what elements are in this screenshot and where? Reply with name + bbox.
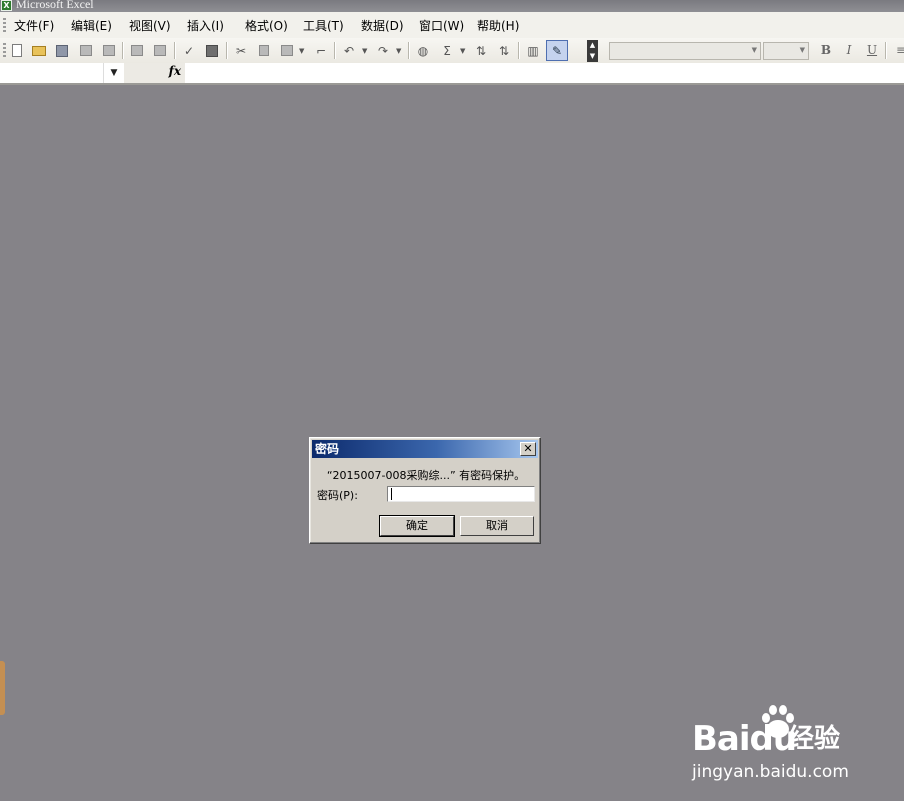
close-icon[interactable]: ✕ xyxy=(520,442,536,456)
sort-ascending-icon[interactable]: ⇅ xyxy=(472,42,490,59)
chart-wizard-icon[interactable]: ▥ xyxy=(524,42,542,59)
email-icon[interactable] xyxy=(100,42,118,59)
watermark-suffix: 经验 xyxy=(788,724,841,754)
insert-function-button[interactable]: fx xyxy=(169,64,181,78)
autosum-dropdown-icon[interactable]: ▼ xyxy=(460,47,465,55)
underline-button[interactable]: U xyxy=(863,42,881,59)
menu-edit[interactable]: 编辑(E) xyxy=(71,18,112,34)
print-preview-icon[interactable] xyxy=(151,42,169,59)
password-input[interactable] xyxy=(387,486,535,502)
formula-input[interactable] xyxy=(185,63,904,83)
toolbar-grip[interactable] xyxy=(3,43,6,57)
menu-help[interactable]: 帮助(H) xyxy=(477,18,519,34)
name-box[interactable] xyxy=(0,63,104,83)
ok-button[interactable]: 确定 xyxy=(379,515,455,537)
research-icon[interactable] xyxy=(203,42,221,59)
sort-descending-icon[interactable]: ⇅ xyxy=(495,42,513,59)
paste-dropdown-icon[interactable]: ▼ xyxy=(299,47,304,55)
baidu-jingyan-watermark: Baidu 经验 jingyan.baidu.com xyxy=(692,700,862,790)
chevron-down-icon[interactable]: ▼ xyxy=(800,46,805,54)
permission-icon[interactable] xyxy=(77,42,95,59)
redo-dropdown-icon[interactable]: ▼ xyxy=(396,47,401,55)
menu-data[interactable]: 数据(D) xyxy=(361,18,404,34)
side-handle[interactable] xyxy=(0,661,5,715)
undo-icon[interactable]: ↶ xyxy=(340,42,358,59)
format-painter-icon[interactable]: ⌐ xyxy=(312,42,330,59)
spelling-icon[interactable]: ✓ xyxy=(180,42,198,59)
drawing-icon[interactable]: ✎ xyxy=(546,40,568,61)
print-icon[interactable] xyxy=(128,42,146,59)
dialog-title-bar[interactable]: 密码 ✕ xyxy=(312,440,538,458)
watermark-url: jingyan.baidu.com xyxy=(692,762,849,782)
toolbar-separator xyxy=(174,42,176,59)
menu-window[interactable]: 窗口(W) xyxy=(419,18,464,34)
menubar-grip[interactable] xyxy=(3,18,6,32)
menu-tools[interactable]: 工具(T) xyxy=(303,18,344,34)
toolbar-separator xyxy=(518,42,520,59)
menu-bar: 文件(F) 编辑(E) 视图(V) 插入(I) 格式(O) 工具(T) 数据(D… xyxy=(0,12,904,39)
menu-file[interactable]: 文件(F) xyxy=(14,18,54,34)
toolbar-separator xyxy=(226,42,228,59)
password-dialog: 密码 ✕ “2015007-008采购综...” 有密码保护。 密码(P): 确… xyxy=(309,437,541,544)
toolbar-options-icon[interactable]: ▲ ▼ xyxy=(587,40,598,62)
menu-view[interactable]: 视图(V) xyxy=(129,18,171,34)
save-icon[interactable] xyxy=(53,42,71,59)
window-title: Microsoft Excel xyxy=(16,0,94,11)
insert-function-area: fx xyxy=(124,63,185,83)
toolbar-separator xyxy=(334,42,336,59)
password-label: 密码(P): xyxy=(317,489,358,502)
italic-button[interactable]: I xyxy=(840,42,858,59)
copy-icon[interactable] xyxy=(255,42,273,59)
menu-format[interactable]: 格式(O) xyxy=(245,18,288,34)
paste-icon[interactable] xyxy=(278,42,296,59)
chevron-down-icon[interactable]: ▼ xyxy=(752,46,757,54)
title-bar: X Microsoft Excel xyxy=(0,0,904,12)
font-name-select[interactable]: ▼ xyxy=(609,42,761,60)
undo-dropdown-icon[interactable]: ▼ xyxy=(362,47,367,55)
new-document-icon[interactable] xyxy=(8,42,26,59)
autosum-icon[interactable]: Σ xyxy=(438,42,456,59)
excel-app-icon: X xyxy=(1,0,12,11)
text-caret xyxy=(391,488,392,500)
redo-icon[interactable]: ↷ xyxy=(374,42,392,59)
align-left-icon[interactable]: ≡ xyxy=(892,42,904,59)
cancel-button[interactable]: 取消 xyxy=(460,516,534,536)
open-folder-icon[interactable] xyxy=(30,42,48,59)
menu-insert[interactable]: 插入(I) xyxy=(187,18,224,34)
chevron-down-icon[interactable]: ▼ xyxy=(104,63,124,83)
hyperlink-icon[interactable]: ◍ xyxy=(414,42,432,59)
font-size-select[interactable]: ▼ xyxy=(763,42,809,60)
formula-bar: ▼ fx xyxy=(0,63,904,85)
toolbar-separator xyxy=(408,42,410,59)
dialog-title: 密码 xyxy=(315,442,340,456)
cut-icon[interactable]: ✂ xyxy=(232,42,250,59)
dialog-message: “2015007-008采购综...” 有密码保护。 xyxy=(326,469,526,482)
toolbar-separator xyxy=(885,42,887,59)
toolbar-separator xyxy=(122,42,124,59)
bold-button[interactable]: B xyxy=(817,42,835,59)
